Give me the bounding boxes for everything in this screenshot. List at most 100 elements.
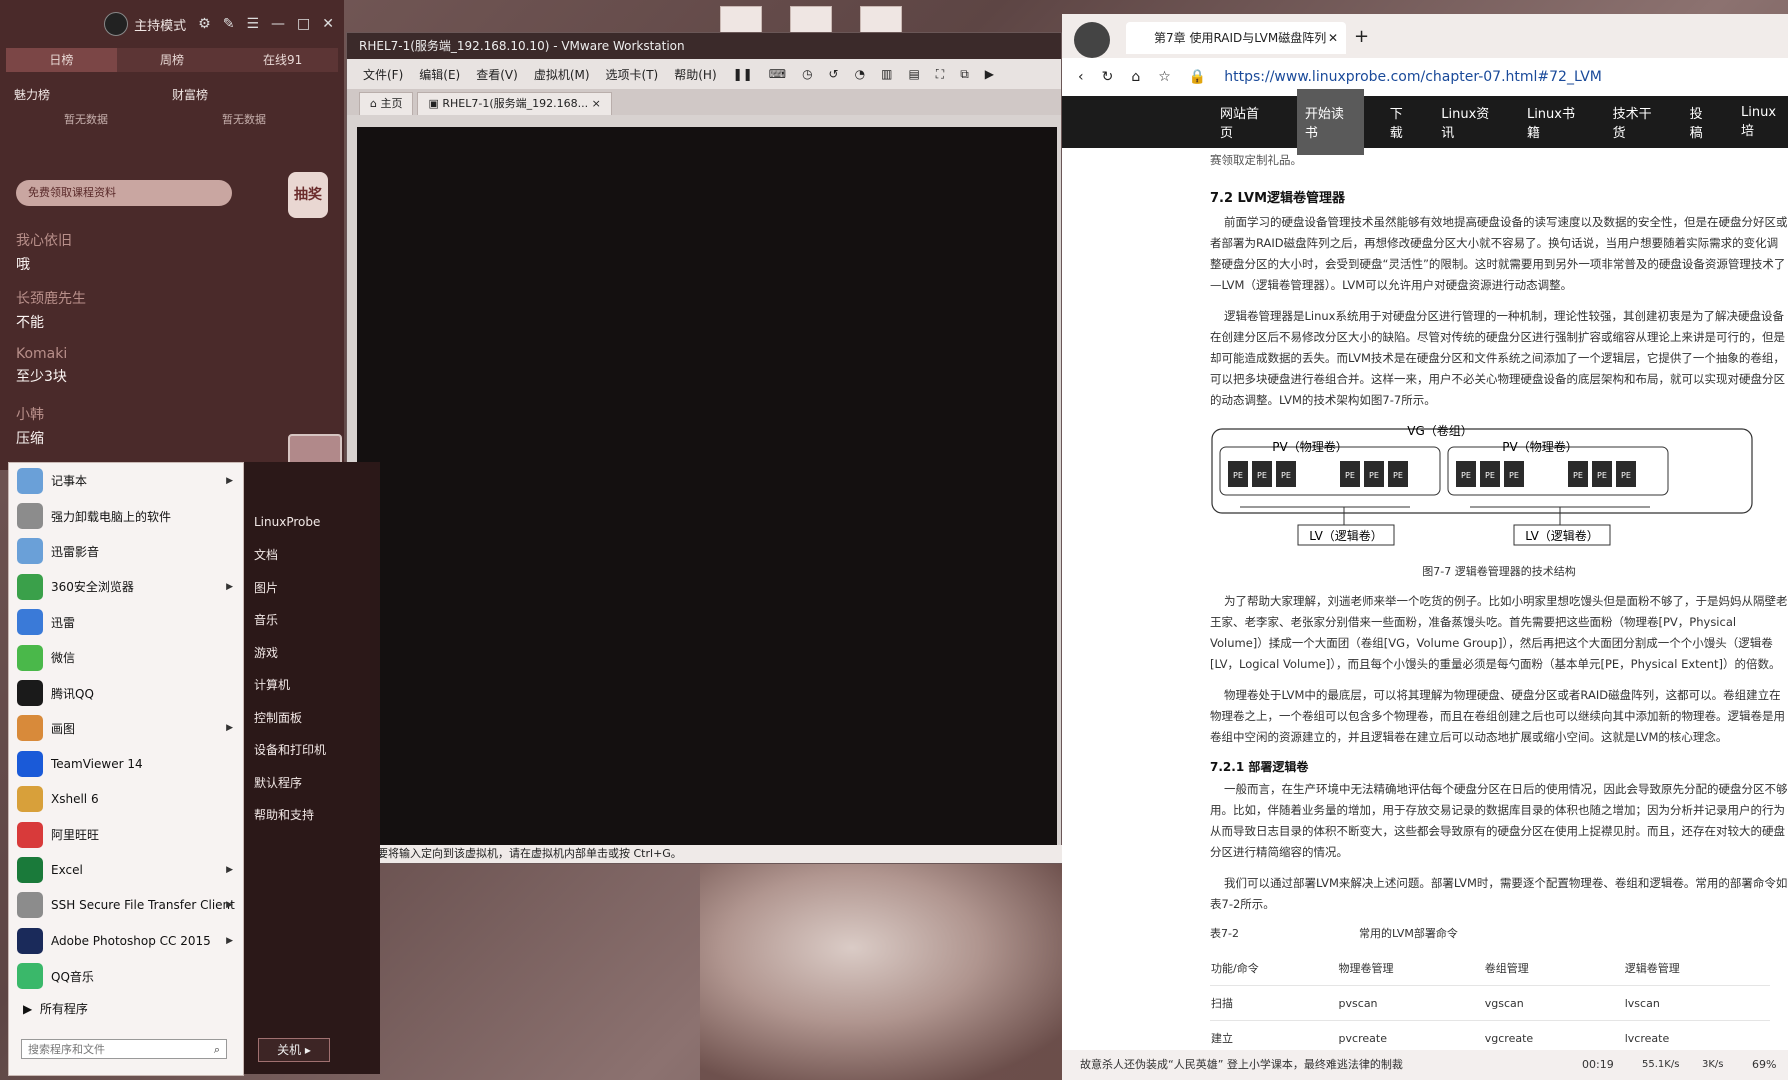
program-item[interactable]: Xshell 6	[9, 782, 243, 817]
search-icon[interactable]: ⌕	[214, 1040, 220, 1060]
start-search-input[interactable]: 搜索程序和文件 ⌕	[21, 1039, 227, 1059]
menu-view[interactable]: 查看(V)	[476, 66, 518, 83]
program-item[interactable]: 腾讯QQ	[9, 675, 243, 710]
url-field[interactable]: https://www.linuxprobe.com/chapter-07.ht…	[1224, 69, 1602, 85]
revert-snapshot-icon[interactable]: ↺	[829, 67, 839, 81]
submenu-arrow-icon[interactable]: ▶	[226, 936, 233, 946]
back-icon[interactable]: ‹	[1078, 69, 1084, 85]
site-nav-item[interactable]: 网站首页	[1220, 103, 1271, 141]
tab-online[interactable]: 在线91	[227, 48, 338, 72]
chat-message-user[interactable]: Komaki	[16, 346, 67, 362]
menu-icon[interactable]: ☰	[246, 16, 259, 32]
close-icon[interactable]: ✕	[322, 16, 334, 32]
console-icon[interactable]: ▶	[985, 67, 994, 81]
lottery-button[interactable]: 抽奖	[288, 172, 328, 218]
edit-icon[interactable]: ✎	[223, 16, 235, 32]
fullscreen-icon[interactable]: ⛶	[936, 67, 944, 82]
chat-message-user[interactable]: 长颈鹿先生	[16, 288, 86, 308]
program-item[interactable]: 迅雷	[9, 605, 243, 640]
start-link[interactable]: 图片	[244, 571, 380, 604]
vm-console-screen[interactable]	[357, 127, 1057, 847]
program-item[interactable]: Adobe Photoshop CC 2015 ▶	[9, 923, 243, 958]
program-item[interactable]: TeamViewer 14	[9, 746, 243, 781]
site-nav-item[interactable]: 技术干货	[1613, 103, 1664, 141]
program-icon	[17, 609, 43, 636]
program-item[interactable]: 迅雷影音	[9, 534, 243, 569]
start-link[interactable]: 音乐	[244, 604, 380, 637]
unity-icon[interactable]: ⧉	[960, 67, 969, 82]
start-link[interactable]: LinuxProbe	[244, 506, 380, 539]
profile-avatar[interactable]	[1074, 22, 1110, 58]
menu-help[interactable]: 帮助(H)	[674, 66, 716, 83]
site-nav-item[interactable]: 下载	[1390, 103, 1415, 141]
program-label: 迅雷影音	[51, 544, 100, 559]
menu-file[interactable]: 文件(F)	[363, 66, 403, 83]
site-nav-item[interactable]: Linux培	[1741, 105, 1788, 139]
tab-rhel[interactable]: ▣ RHEL7-1(服务端_192.168... ×	[417, 92, 612, 115]
home-icon[interactable]: ⌂	[1131, 69, 1140, 85]
close-icon[interactable]: ×	[592, 97, 601, 110]
program-item[interactable]: SSH Secure File Transfer Client ▶	[9, 888, 243, 923]
program-icon	[17, 821, 43, 848]
site-nav-item[interactable]: 投稿	[1690, 103, 1715, 141]
submenu-arrow-icon[interactable]: ▶	[226, 900, 233, 910]
close-tab-icon[interactable]: ✕	[1328, 22, 1338, 54]
menu-edit[interactable]: 编辑(E)	[419, 66, 460, 83]
new-tab-icon[interactable]: +	[1354, 26, 1369, 47]
maximize-icon[interactable]: □	[297, 16, 310, 32]
site-nav-item[interactable]: Linux资讯	[1441, 103, 1501, 141]
program-item[interactable]: QQ音乐	[9, 958, 243, 993]
start-link[interactable]: 帮助和支持	[244, 799, 380, 832]
submenu-arrow-icon[interactable]: ▶	[226, 582, 233, 592]
send-keys-icon[interactable]: ⌨	[769, 67, 786, 81]
all-programs[interactable]: ▶ 所有程序	[9, 994, 243, 1024]
site-nav-item[interactable]: 开始读书	[1296, 89, 1364, 155]
chat-message-user[interactable]: 我心依旧	[16, 230, 72, 250]
settings-icon[interactable]: ⚙	[198, 16, 211, 32]
start-link[interactable]: 计算机	[244, 669, 380, 702]
address-bar: ‹ ↻ ⌂ ☆ 🔒 https://www.linuxprobe.com/cha…	[1062, 58, 1788, 96]
tab-daily[interactable]: 日榜	[6, 48, 117, 72]
sidebar-icon[interactable]: ▥	[881, 67, 892, 81]
program-item[interactable]: 强力卸载电脑上的软件	[9, 498, 243, 533]
program-label: Excel	[51, 862, 83, 877]
user-avatar[interactable]	[104, 12, 129, 36]
snapshot-manager-icon[interactable]: ◔	[855, 67, 865, 81]
minimize-icon[interactable]: —	[271, 16, 285, 32]
thumbnail-icon[interactable]: ▤	[908, 67, 919, 81]
program-item[interactable]: 阿里旺旺	[9, 817, 243, 852]
chat-message-user[interactable]: 小韩	[16, 404, 44, 424]
start-link[interactable]: 设备和打印机	[244, 734, 380, 767]
browser-tab[interactable]: 第7章 使用RAID与LVM磁盘阵列 ✕	[1126, 22, 1346, 54]
news-text[interactable]: 故意杀人还伪装成“人民英雄” 登上小学课本，最终难逃法律的制裁	[1080, 1058, 1403, 1071]
star-icon[interactable]: ☆	[1158, 69, 1171, 85]
menu-vm[interactable]: 虚拟机(M)	[534, 66, 590, 83]
menu-tabs[interactable]: 选项卡(T)	[606, 66, 659, 83]
start-link[interactable]: 默认程序	[244, 766, 380, 799]
clock: 00:19	[1582, 1058, 1614, 1071]
host-mode[interactable]: 主持模式	[104, 12, 186, 36]
tab-weekly[interactable]: 周榜	[117, 48, 228, 72]
submenu-arrow-icon[interactable]: ▶	[226, 476, 233, 486]
tab-home[interactable]: ⌂ 主页	[359, 92, 414, 115]
program-item[interactable]: 记事本 ▶	[9, 463, 243, 498]
pe-label: PE	[1233, 471, 1243, 480]
triangle-right-icon[interactable]: ▸	[305, 1043, 311, 1057]
snapshot-icon[interactable]: ◷	[802, 67, 812, 81]
program-item[interactable]: 360安全浏览器 ▶	[9, 569, 243, 604]
submenu-arrow-icon[interactable]: ▶	[226, 865, 233, 875]
program-item[interactable]: 微信	[9, 640, 243, 675]
start-link[interactable]: 控制面板	[244, 701, 380, 734]
reload-icon[interactable]: ↻	[1102, 69, 1114, 85]
promo-banner[interactable]: 免费领取课程资料	[16, 180, 232, 206]
program-icon	[17, 892, 43, 919]
shutdown-button[interactable]: 关机 ▸	[258, 1038, 330, 1062]
submenu-arrow-icon[interactable]: ▶	[226, 723, 233, 733]
start-link[interactable]: 文档	[244, 539, 380, 572]
program-item[interactable]: Excel ▶	[9, 852, 243, 887]
site-nav-item[interactable]: Linux书籍	[1527, 103, 1587, 141]
program-item[interactable]: 画图 ▶	[9, 711, 243, 746]
pause-icon[interactable]: ❚❚	[733, 67, 753, 81]
lock-icon: 🔒	[1188, 69, 1207, 85]
start-link[interactable]: 游戏	[244, 636, 380, 669]
